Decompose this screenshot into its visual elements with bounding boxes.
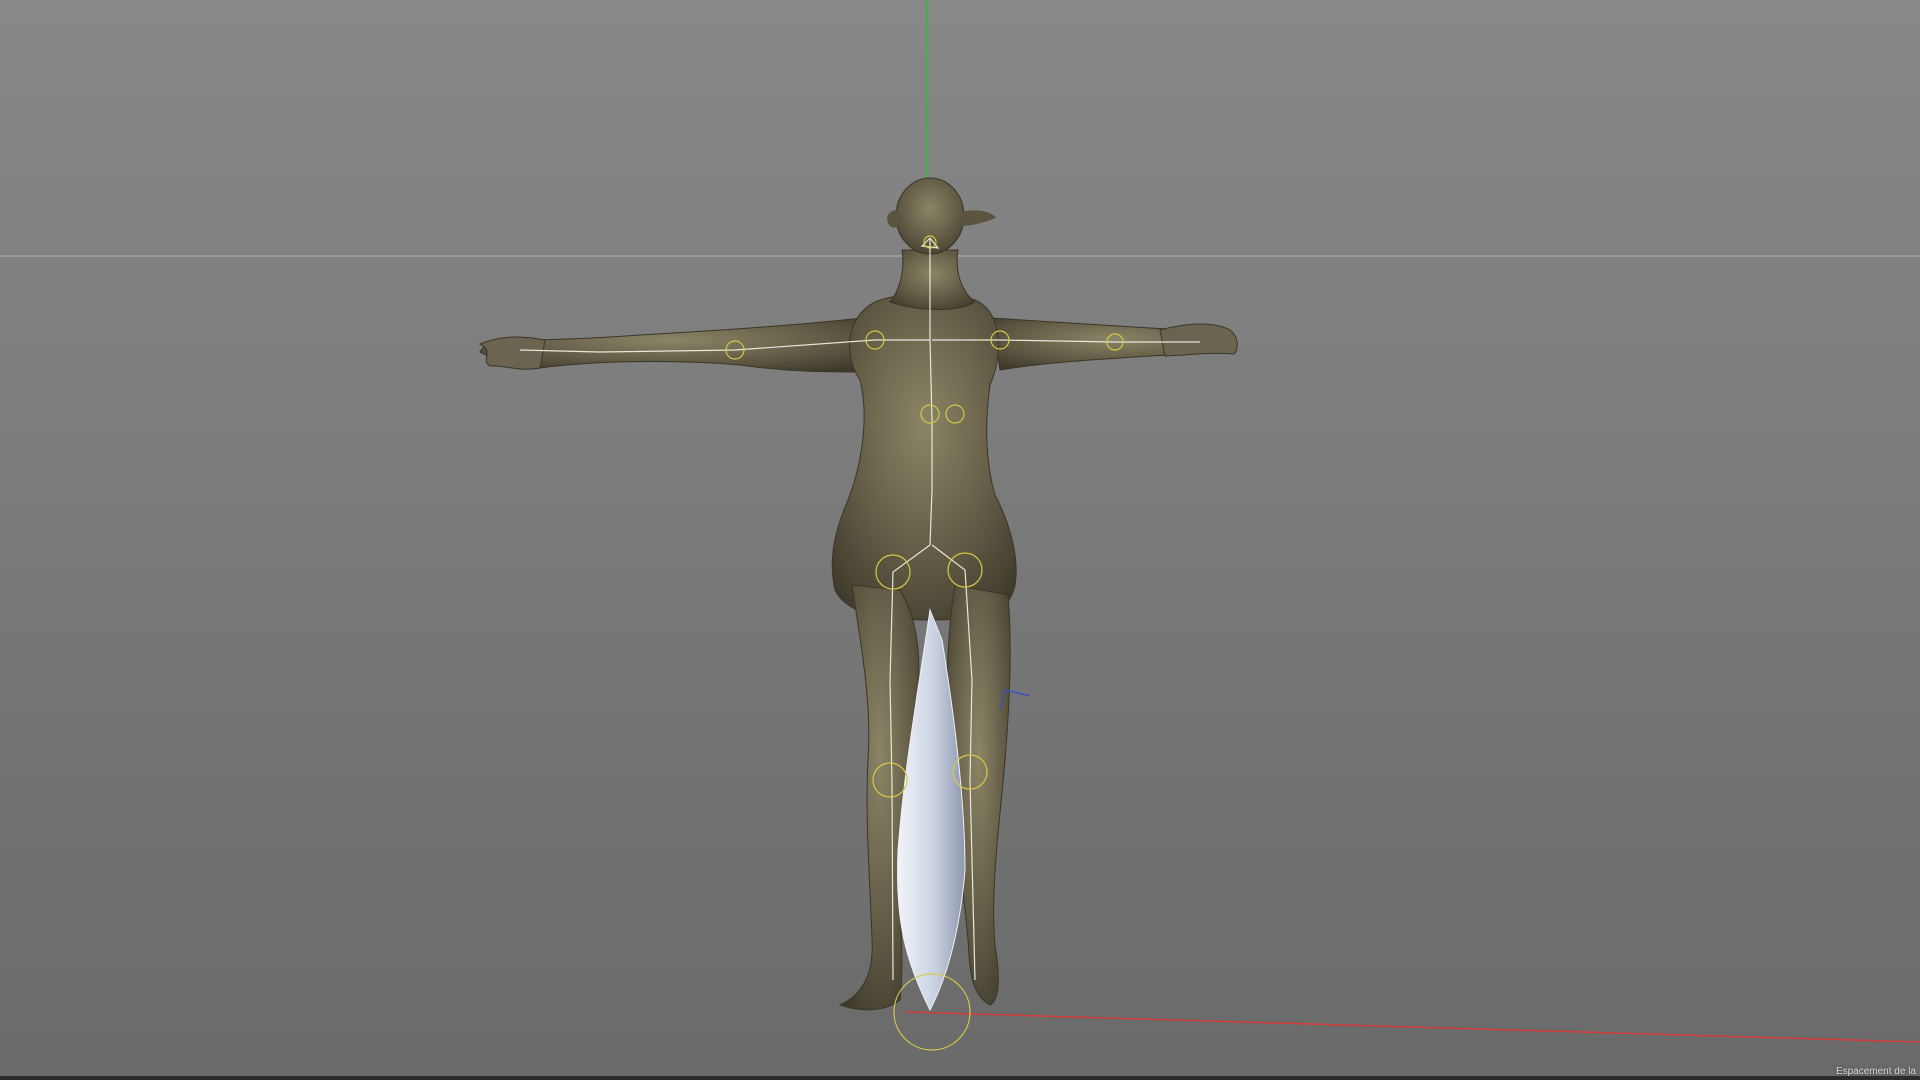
viewport-bottom-border [0, 1076, 1920, 1080]
neck [889, 249, 976, 310]
3d-viewport[interactable]: Espacement de la [0, 0, 1920, 1080]
right-hand [1159, 323, 1238, 357]
x-axis-line [904, 1011, 1920, 1043]
left-ear [887, 210, 900, 228]
viewport-status-text: Espacement de la [1835, 1066, 1916, 1077]
character-mesh[interactable] [478, 177, 1238, 1011]
left-hand [478, 336, 546, 370]
right-ear [962, 210, 996, 226]
scene-canvas[interactable] [0, 0, 1920, 1080]
torso [831, 293, 1017, 621]
